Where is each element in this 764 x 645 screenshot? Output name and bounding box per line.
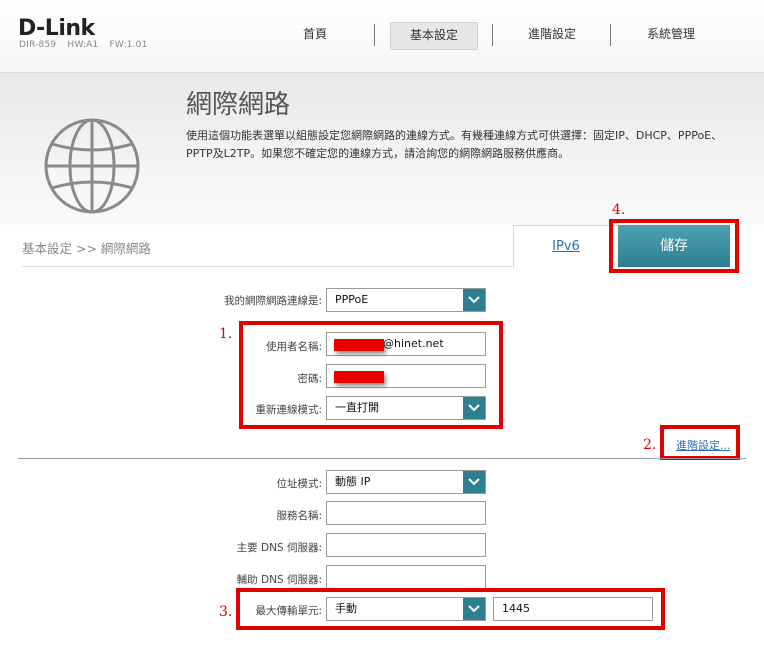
service-name-label: 服務名稱: [276, 510, 322, 522]
page-title: 網際網路 [186, 90, 291, 120]
mtu-label: 最大傳輸單元: [255, 605, 322, 617]
model-info: DIR-859 HW:A1 FW:1.01 [19, 40, 156, 50]
secondary-dns-label: 輔助 DNS 伺服器: [236, 574, 322, 586]
username-value: @hinet.net [383, 337, 444, 350]
nav-separator [610, 24, 611, 46]
chevron-down-icon [463, 397, 485, 419]
password-label: 密碼: [297, 373, 322, 385]
breadcrumb-divider [22, 266, 512, 267]
mtu-value-input[interactable]: 1445 [493, 597, 653, 621]
reconnect-mode-value: 一直打開 [335, 401, 379, 414]
model-name: DIR-859 [19, 40, 57, 50]
annotation-4: 4. [612, 202, 626, 218]
mtu-mode-value: 手動 [335, 602, 357, 615]
redaction-bar [334, 339, 384, 351]
annotation-box-save [609, 219, 739, 273]
nav-separator [374, 24, 375, 46]
connection-type-label: 我的網際網路連線是: [223, 295, 322, 307]
nav-system-management[interactable]: 系統管理 [630, 22, 712, 48]
header: D-Link DIR-859 HW:A1 FW:1.01 首頁 基本設定 進階設… [0, 0, 764, 73]
reconnect-mode-select[interactable]: 一直打開 [326, 396, 486, 420]
nav-home[interactable]: 首頁 [284, 22, 346, 48]
address-mode-value: 動態 IP [335, 475, 371, 488]
connection-type-value: PPPoE [335, 293, 369, 306]
advanced-settings-link[interactable]: 進階設定... [676, 437, 731, 453]
primary-dns-input[interactable] [326, 533, 486, 557]
address-mode-select[interactable]: 動態 IP [326, 470, 486, 494]
nav-advanced-settings[interactable]: 進階設定 [512, 22, 592, 48]
chevron-down-icon [463, 289, 485, 311]
dlink-logo: D-Link [18, 16, 95, 41]
page-description: 使用這個功能表選單以組態設定您網際網路的連線方式。有幾種連線方式可供選擇：固定I… [186, 129, 723, 160]
nav-separator [492, 24, 493, 46]
annotation-2: 2. [643, 437, 657, 453]
primary-dns-label: 主要 DNS 伺服器: [236, 542, 322, 554]
service-name-input[interactable] [326, 501, 486, 525]
mtu-mode-select[interactable]: 手動 [326, 597, 486, 621]
section-divider [18, 458, 746, 459]
tab-ipv6[interactable]: IPv6 [513, 225, 619, 268]
secondary-dns-input[interactable] [326, 565, 486, 589]
username-label: 使用者名稱: [265, 341, 322, 353]
hardware-version: HW:A1 [67, 40, 99, 50]
firmware-version: FW:1.01 [109, 40, 148, 50]
reconnect-mode-label: 重新連線模式: [255, 404, 322, 416]
redaction-bar [334, 371, 384, 383]
chevron-down-icon [463, 471, 485, 493]
nav-basic-settings[interactable]: 基本設定 [390, 22, 478, 50]
globe-icon [44, 118, 140, 214]
address-mode-label: 位址模式: [276, 478, 322, 490]
breadcrumb: 基本設定 >> 網際網路 [22, 241, 151, 256]
chevron-down-icon [463, 598, 485, 620]
connection-type-select[interactable]: PPPoE [326, 288, 486, 312]
